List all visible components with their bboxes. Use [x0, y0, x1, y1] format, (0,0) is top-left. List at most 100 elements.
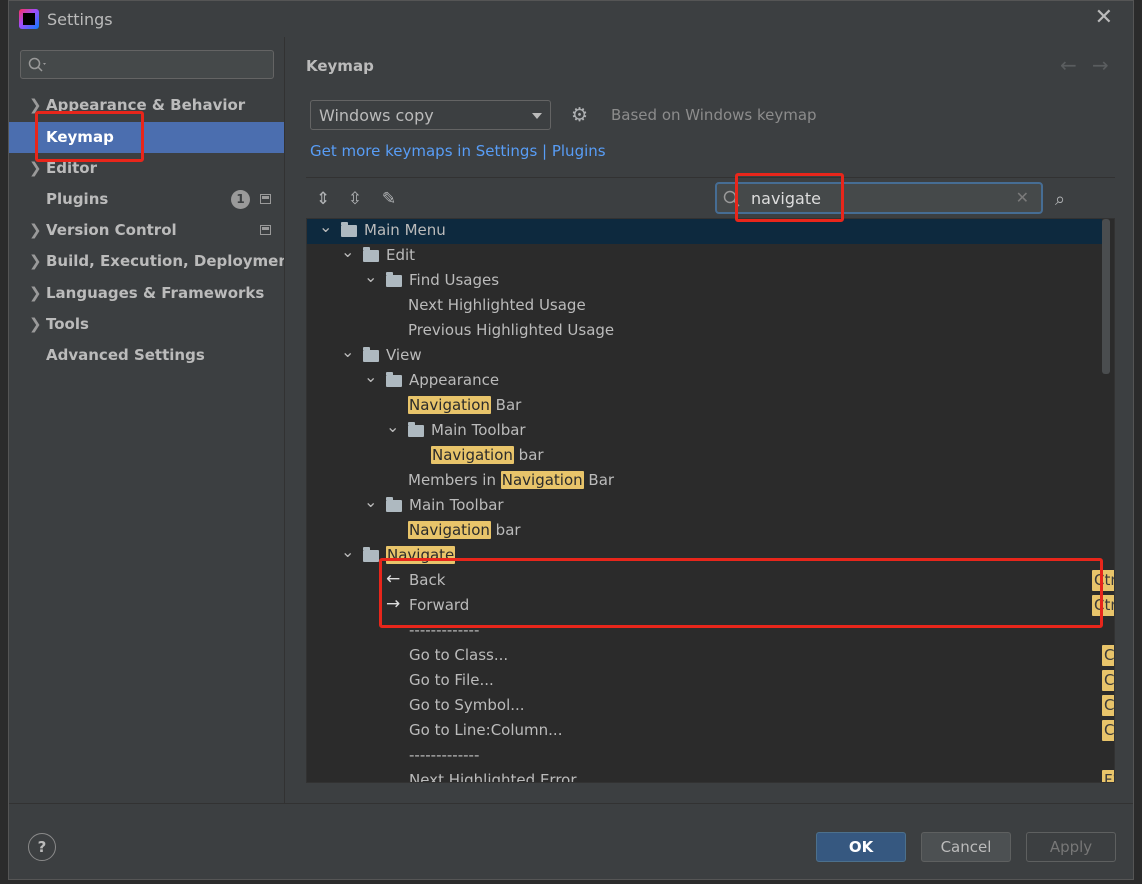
tree-row-label: Main Toolbar	[409, 496, 504, 514]
chevron-down-icon[interactable]: ⌄	[364, 267, 378, 286]
keymap-select[interactable]: Windows copy	[310, 100, 551, 130]
tree-row-label: Main Menu	[364, 221, 446, 239]
sidebar-item-plugins[interactable]: Plugins 1	[9, 184, 284, 215]
tree-row[interactable]: Navigation bar	[307, 444, 1102, 469]
ok-button[interactable]: OK	[816, 832, 906, 862]
chevron-right-icon: ❯	[29, 96, 42, 114]
search-match-highlight: Navigation	[408, 396, 491, 414]
scrollbar[interactable]	[1102, 219, 1110, 374]
tree-row[interactable]: ⌄ Find Usages	[307, 267, 1102, 294]
edit-shortcut-icon[interactable]: ✎	[379, 189, 399, 209]
tree-row-label: Go to Line:Column...	[409, 721, 563, 739]
collapse-all-icon[interactable]: ⇳	[345, 189, 365, 209]
shortcut-badge: Ctrl+Alt+Shift+N	[1102, 695, 1114, 716]
cancel-button[interactable]: Cancel	[921, 832, 1011, 862]
tree-row[interactable]: Next Highlighted Error F2	[307, 769, 1114, 783]
divider	[306, 177, 1115, 178]
keymap-tree: ⌄ Main Menu ⌄ Edit ⌄ Find Usages Next Highligh…	[306, 218, 1115, 783]
chevron-down-icon[interactable]: ⌄	[341, 242, 355, 261]
shortcut-badge: Ctrl+G	[1102, 720, 1114, 741]
chevron-right-icon: ❯	[29, 315, 42, 333]
tree-row-label: Navigation Bar	[408, 396, 522, 414]
shortcut-badge: Ctrl+Alt+向右箭头	[1092, 595, 1114, 616]
settings-sidebar: ❯ Appearance & Behavior Keymap ❯ Editor …	[9, 37, 296, 803]
tree-row[interactable]: Go to Line:Column... Ctrl+G	[307, 719, 1114, 744]
tree-row[interactable]: Next Highlighted Usage	[307, 294, 1102, 319]
clear-icon[interactable]: ✕	[1016, 188, 1029, 207]
tree-row-label: Back	[409, 571, 446, 589]
keymap-panel: Keymap ← → Windows copy ⚙ Based on Windo…	[284, 37, 1133, 803]
tree-row[interactable]: ⌄ Navigate	[307, 542, 1102, 569]
window-title: Settings	[47, 10, 113, 29]
chevron-right-icon: ❯	[29, 284, 42, 302]
tree-row[interactable]: -------------	[307, 619, 1102, 644]
tree-row-label: Navigation bar	[408, 521, 521, 539]
forward-arrow-icon[interactable]: →	[1092, 53, 1109, 77]
tree-row[interactable]: Go to Symbol... Ctrl+Alt+Shift+N	[307, 694, 1114, 719]
tree-row[interactable]: →ForwardButton 5 ClickCtrl+Alt+向右箭头	[307, 594, 1114, 619]
tree-row[interactable]: Navigation Bar	[307, 394, 1102, 419]
gear-icon[interactable]: ⚙	[571, 106, 588, 125]
search-match-highlight: Navigation	[431, 446, 514, 464]
find-by-shortcut-icon[interactable]: ⌕	[1055, 189, 1065, 210]
help-button[interactable]: ?	[28, 833, 56, 861]
action-search-input[interactable]: navigate ✕	[715, 182, 1043, 214]
project-scope-icon	[260, 225, 271, 235]
search-match-highlight: Navigation	[500, 471, 584, 489]
back-arrow-icon[interactable]: ←	[1060, 53, 1077, 77]
chevron-down-icon[interactable]: ⌄	[319, 219, 333, 236]
sidebar-item-advanced-settings[interactable]: Advanced Settings	[9, 340, 284, 371]
tree-row[interactable]: Previous Highlighted Usage	[307, 319, 1102, 344]
chevron-down-icon[interactable]: ⌄	[386, 417, 400, 436]
chevron-right-icon: ❯	[29, 159, 42, 177]
folder-icon	[386, 497, 402, 512]
chevron-down-icon[interactable]: ⌄	[341, 342, 355, 361]
chevron-right-icon: ❯	[29, 221, 42, 239]
tree-row-label: Navigation bar	[431, 446, 544, 464]
tree-row-label: -------------	[409, 746, 480, 764]
search-icon	[28, 57, 46, 72]
search-match-highlight: Navigate	[386, 546, 456, 564]
tree-row[interactable]: ⌄ Appearance	[307, 367, 1102, 394]
dropdown-arrow-icon	[532, 113, 542, 119]
back-arrow-icon: ←	[386, 569, 401, 589]
get-more-keymaps-link[interactable]: Get more keymaps in Settings | Plugins	[310, 142, 606, 160]
tree-row[interactable]: ⌄ Main Toolbar	[307, 417, 1102, 444]
tree-row-label: Members in Navigation Bar	[408, 471, 615, 489]
sidebar-item-build-execution[interactable]: ❯ Build, Execution, Deployment	[9, 246, 296, 277]
sidebar-item-appearance-behavior[interactable]: ❯ Appearance & Behavior	[9, 90, 284, 121]
chevron-down-icon[interactable]: ⌄	[341, 542, 355, 561]
tree-row[interactable]: Go to Class... Ctrl+N	[307, 644, 1114, 669]
sidebar-item-version-control[interactable]: ❯ Version Control	[9, 215, 284, 246]
sidebar-item-editor[interactable]: ❯ Editor	[9, 153, 284, 184]
tree-row-label: Find Usages	[409, 271, 500, 289]
sidebar-item-languages-frameworks[interactable]: ❯ Languages & Frameworks	[9, 278, 284, 309]
apply-button[interactable]: Apply	[1026, 832, 1116, 862]
expand-all-icon[interactable]: ⇕	[313, 189, 333, 209]
tree-row-label: Edit	[386, 246, 416, 264]
sidebar-item-keymap[interactable]: Keymap	[9, 122, 284, 153]
close-icon[interactable]: ✕	[1095, 5, 1113, 30]
tree-row[interactable]: ⌄ Main Toolbar	[307, 492, 1102, 519]
shortcut-badge: Ctrl+Alt+向左箭头	[1092, 570, 1114, 591]
tree-row-label: Next Highlighted Usage	[408, 296, 586, 314]
tree-row[interactable]: Go to File... Ctrl+Shift+N	[307, 669, 1114, 694]
chevron-down-icon[interactable]: ⌄	[364, 492, 378, 511]
tree-row-label: Go to Symbol...	[409, 696, 525, 714]
page-title: Keymap	[306, 57, 374, 75]
tree-row[interactable]: -------------	[307, 744, 1102, 769]
tree-row[interactable]: ⌄ Main Menu	[307, 219, 1102, 244]
settings-dialog: Settings ✕ ❯ Appearance & Behavior Keyma…	[8, 0, 1134, 880]
tree-row[interactable]: ⌄ Edit	[307, 242, 1102, 269]
settings-search-input[interactable]	[20, 50, 274, 79]
shortcut-badge: Ctrl+Shift+N	[1102, 670, 1114, 691]
chevron-down-icon[interactable]: ⌄	[364, 367, 378, 386]
tree-row[interactable]: Members in Navigation Bar	[307, 469, 1102, 494]
sidebar-item-tools[interactable]: ❯ Tools	[9, 309, 284, 340]
tree-row[interactable]: ←BackButton 4 ClickCtrl+Alt+向左箭头	[307, 569, 1114, 594]
tree-row[interactable]: ⌄ View	[307, 342, 1102, 369]
tree-row-label: -------------	[409, 621, 480, 639]
tree-row-label: Next Highlighted Error	[409, 771, 577, 783]
tree-row[interactable]: Navigation bar	[307, 519, 1102, 544]
tree-row-label: Forward	[409, 596, 470, 614]
